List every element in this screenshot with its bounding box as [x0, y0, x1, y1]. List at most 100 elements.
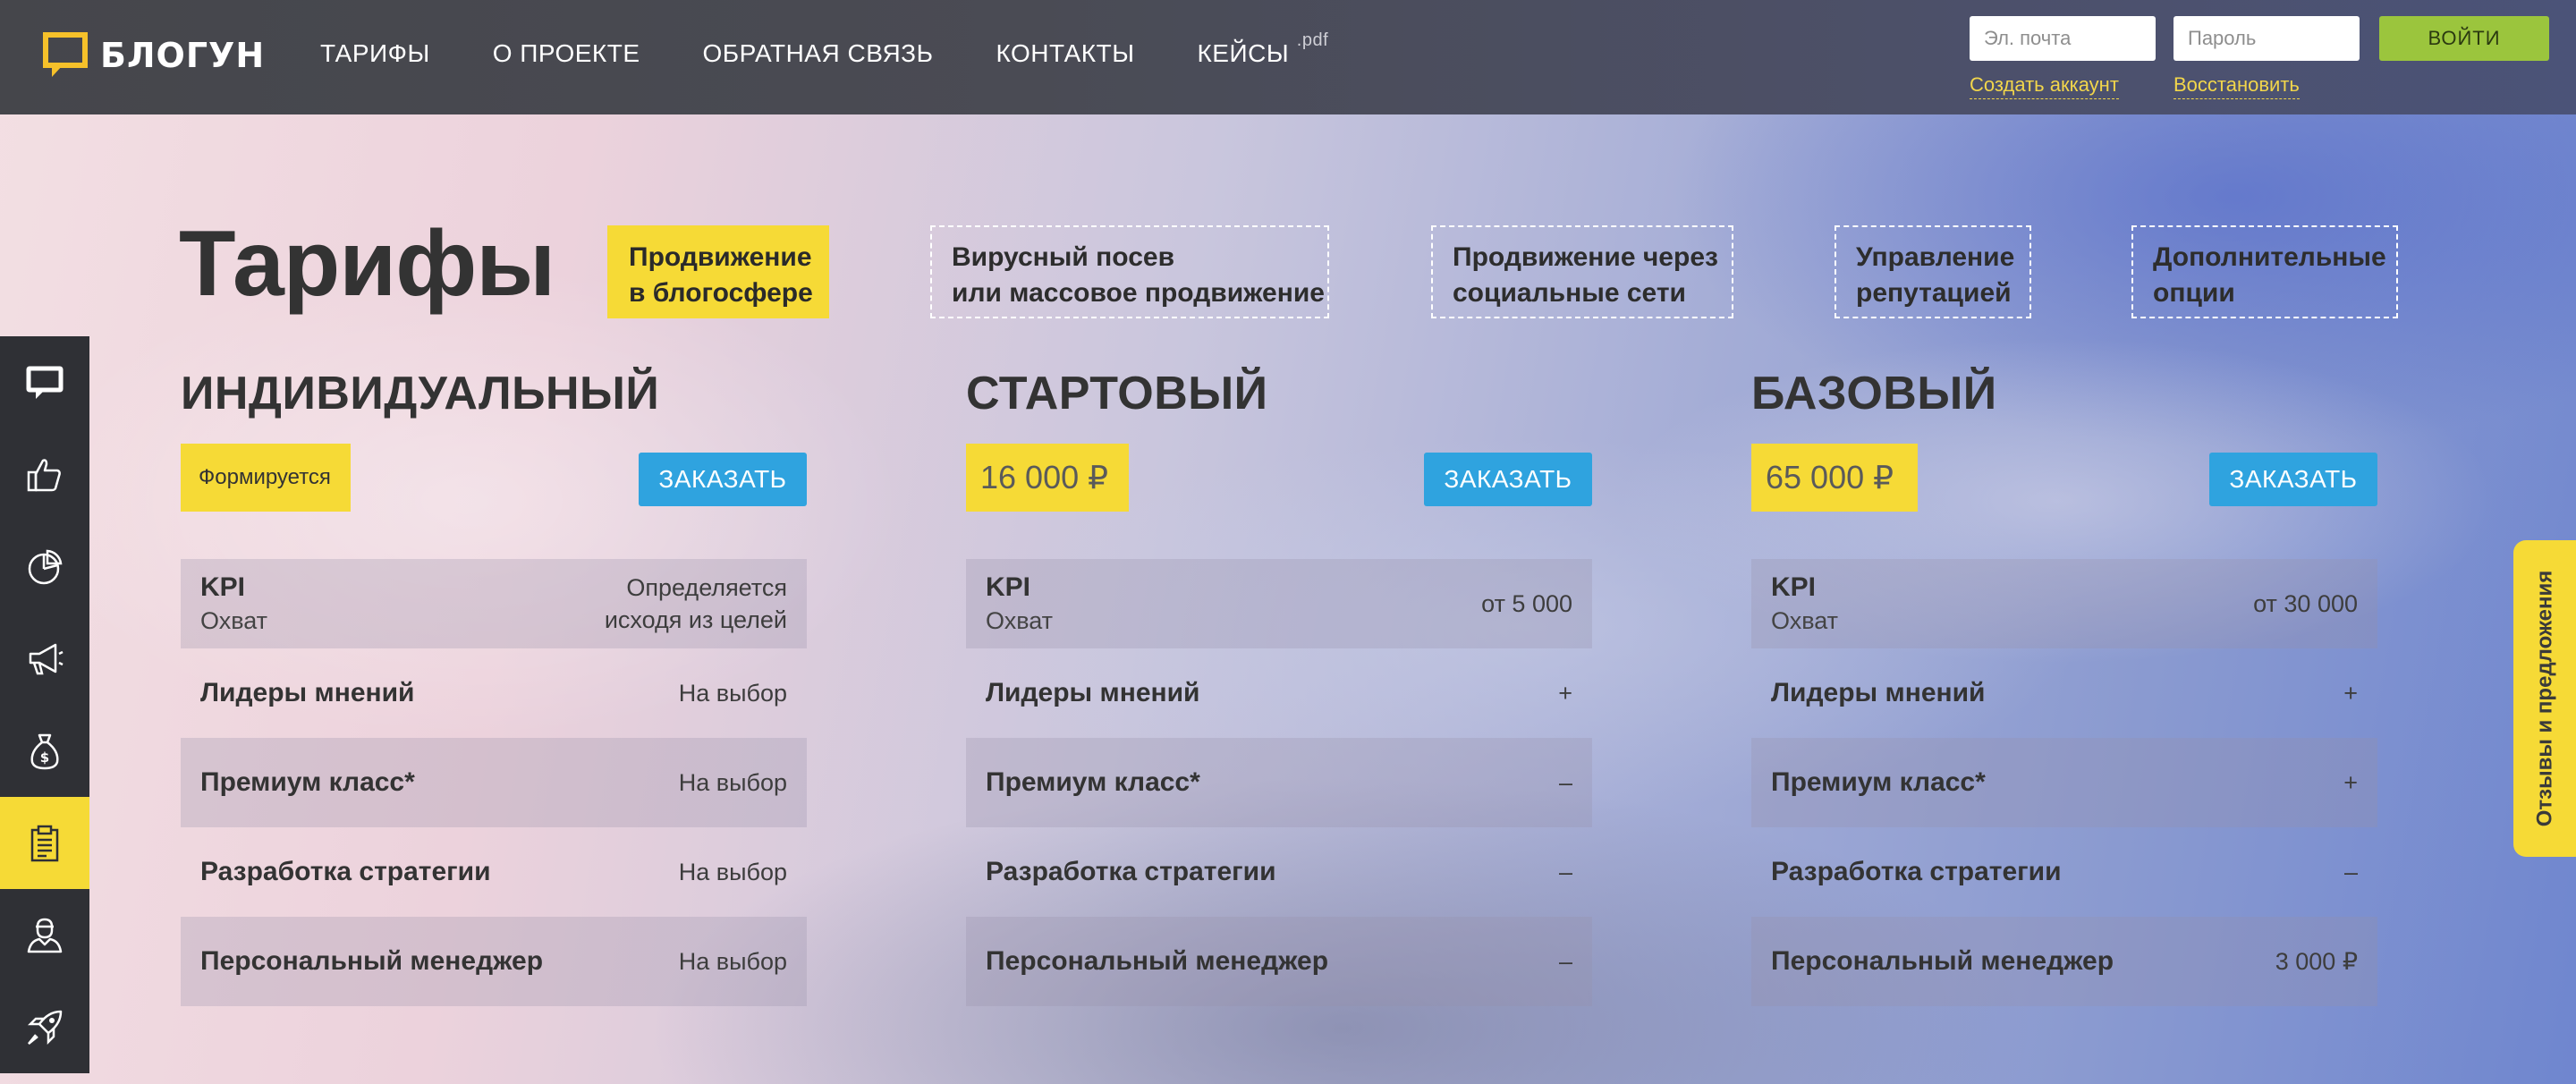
- chat-icon: [26, 366, 64, 399]
- row-value: На выбор: [678, 948, 787, 975]
- order-button[interactable]: ЗАКАЗАТЬ: [639, 453, 807, 506]
- login-button[interactable]: ВОЙТИ: [2379, 16, 2549, 61]
- category-viral[interactable]: Вирусный посев или массовое продвижение: [930, 225, 1329, 318]
- category-reputation[interactable]: Управление репутацией: [1835, 225, 2031, 318]
- row-value: исходя из целей: [604, 606, 787, 633]
- sidebar-item-promo[interactable]: [0, 613, 89, 705]
- row-leaders: Лидеры мнений На выбор: [181, 648, 807, 738]
- sidebar-item-finance[interactable]: $: [0, 705, 89, 797]
- nav-cases-pdf-mark: .pdf: [1296, 30, 1329, 50]
- plan-card-starter: СТАРТОВЫЙ 16 000 ₽ ЗАКАЗАТЬ KPI Охват от …: [966, 367, 1592, 1006]
- clipboard-icon: [30, 825, 59, 861]
- plan-features: KPI Охват от 30 000 Лидеры мнений + Преми…: [1751, 559, 2377, 1006]
- row-strategy: Разработка стратегии –: [1751, 827, 2377, 917]
- sidebar-item-launch[interactable]: [0, 981, 89, 1073]
- row-label: Премиум класс*: [986, 767, 1200, 797]
- logo[interactable]: БЛОГУН: [43, 30, 265, 80]
- plan-name: ИНДИВИДУАЛЬНЫЙ: [181, 368, 660, 419]
- row-leaders: Лидеры мнений +: [1751, 648, 2377, 738]
- row-value: от 5 000: [1481, 590, 1572, 617]
- row-strategy: Разработка стратегии На выбор: [181, 827, 807, 917]
- plan-price-badge: 65 000 ₽: [1751, 444, 1918, 512]
- row-kpi: KPI Охват от 30 000: [1751, 559, 2377, 648]
- feedback-tab[interactable]: Отзывы и предложения: [2513, 540, 2576, 857]
- category-line1: Вирусный посев: [952, 242, 1175, 272]
- row-label: Разработка стратегии: [986, 857, 1276, 886]
- row-value: –: [1558, 948, 1572, 975]
- nav-feedback[interactable]: ОБРАТНАЯ СВЯЗЬ: [703, 39, 934, 68]
- row-label: KPI: [986, 572, 1031, 602]
- create-account-link[interactable]: Создать аккаунт: [1970, 73, 2119, 99]
- user-icon: [27, 918, 63, 953]
- plan-price-badge: 16 000 ₽: [966, 444, 1129, 512]
- category-blogosphere[interactable]: Продвижение в блогосфере: [607, 225, 829, 318]
- pie-chart-icon: [28, 549, 63, 584]
- row-value: Определяется: [626, 574, 787, 601]
- nav-cases[interactable]: КЕЙСЫ .pdf: [1197, 30, 1328, 68]
- category-line2: в блогосфере: [629, 278, 813, 308]
- category-line1: Продвижение через: [1453, 242, 1718, 272]
- row-value: +: [2343, 680, 2358, 707]
- plan-card-individual: ИНДИВИДУАЛЬНЫЙ Формируется ЗАКАЗАТЬ KPI О…: [181, 367, 807, 1006]
- plan-card-basic: БАЗОВЫЙ 65 000 ₽ ЗАКАЗАТЬ KPI Охват от 30…: [1751, 367, 2377, 1006]
- row-leaders: Лидеры мнений +: [966, 648, 1592, 738]
- row-value: На выбор: [678, 769, 787, 796]
- category-line2: репутацией: [1856, 278, 2012, 308]
- row-label: Премиум класс*: [200, 767, 415, 797]
- logo-text: БЛОГУН: [100, 36, 266, 75]
- category-social[interactable]: Продвижение через социальные сети: [1431, 225, 1733, 318]
- nav-tariffs[interactable]: ТАРИФЫ: [320, 39, 430, 68]
- row-premium: Премиум класс* –: [966, 738, 1592, 827]
- row-label: KPI: [200, 572, 246, 602]
- nav-cases-label: КЕЙСЫ: [1197, 39, 1290, 67]
- row-value: На выбор: [678, 680, 787, 707]
- row-premium: Премиум класс* На выбор: [181, 738, 807, 827]
- category-line1: Продвижение: [629, 242, 812, 272]
- category-line1: Дополнительные: [2153, 242, 2386, 272]
- row-value: –: [1558, 859, 1572, 885]
- sidebar-item-tariffs[interactable]: [0, 797, 89, 889]
- plan-name: БАЗОВЫЙ: [1751, 368, 1997, 419]
- row-label: Лидеры мнений: [200, 678, 415, 707]
- row-label: Премиум класс*: [1771, 767, 1986, 797]
- row-label: Лидеры мнений: [1771, 678, 1986, 707]
- row-kpi: KPI Охват от 5 000: [966, 559, 1592, 648]
- row-value: +: [1558, 680, 1572, 707]
- row-value: –: [2343, 859, 2358, 885]
- email-field[interactable]: [1970, 16, 2156, 61]
- row-value: 3 000 ₽: [2275, 948, 2358, 975]
- sidebar-item-blogosphere[interactable]: [0, 336, 89, 428]
- category-line2: или массовое продвижение: [952, 278, 1325, 308]
- header: БЛОГУН ТАРИФЫ О ПРОЕКТЕ ОБРАТНАЯ СВЯЗЬ К…: [0, 0, 2576, 114]
- row-value: На выбор: [678, 859, 787, 885]
- nav-contacts[interactable]: КОНТАКТЫ: [996, 39, 1134, 68]
- password-field[interactable]: [2174, 16, 2360, 61]
- category-line2: социальные сети: [1453, 278, 1686, 308]
- row-value: –: [1558, 769, 1572, 796]
- sidebar-item-analytics[interactable]: [0, 521, 89, 613]
- category-line1: Управление: [1856, 242, 2015, 272]
- row-manager: Персональный менеджер 3 000 ₽: [1751, 917, 2377, 1006]
- category-options[interactable]: Дополнительные опции: [2131, 225, 2398, 318]
- row-kpi: KPI Охват Определяется исходя из целей: [181, 559, 807, 648]
- row-label: Разработка стратегии: [200, 857, 491, 886]
- row-label: Персональный менеджер: [1771, 946, 2114, 976]
- sidebar: $: [0, 336, 89, 1073]
- order-button[interactable]: ЗАКАЗАТЬ: [1424, 453, 1592, 506]
- row-label: KPI: [1771, 572, 1817, 602]
- feedback-tab-label: Отзывы и предложения: [2532, 570, 2556, 827]
- row-sublabel: Охват: [1771, 607, 1839, 634]
- nav-about[interactable]: О ПРОЕКТЕ: [493, 39, 640, 68]
- svg-text:$: $: [40, 749, 49, 766]
- thumbs-up-icon: [27, 458, 61, 491]
- sidebar-item-profile[interactable]: [0, 889, 89, 981]
- category-line2: опции: [2153, 278, 2235, 308]
- row-label: Разработка стратегии: [1771, 857, 2062, 886]
- order-button[interactable]: ЗАКАЗАТЬ: [2209, 453, 2377, 506]
- row-sublabel: Охват: [986, 607, 1054, 634]
- rocket-icon: [27, 1010, 63, 1045]
- restore-password-link[interactable]: Восстановить: [2174, 73, 2300, 99]
- logo-icon: [43, 32, 88, 79]
- sidebar-item-likes[interactable]: [0, 428, 89, 521]
- row-manager: Персональный менеджер –: [966, 917, 1592, 1006]
